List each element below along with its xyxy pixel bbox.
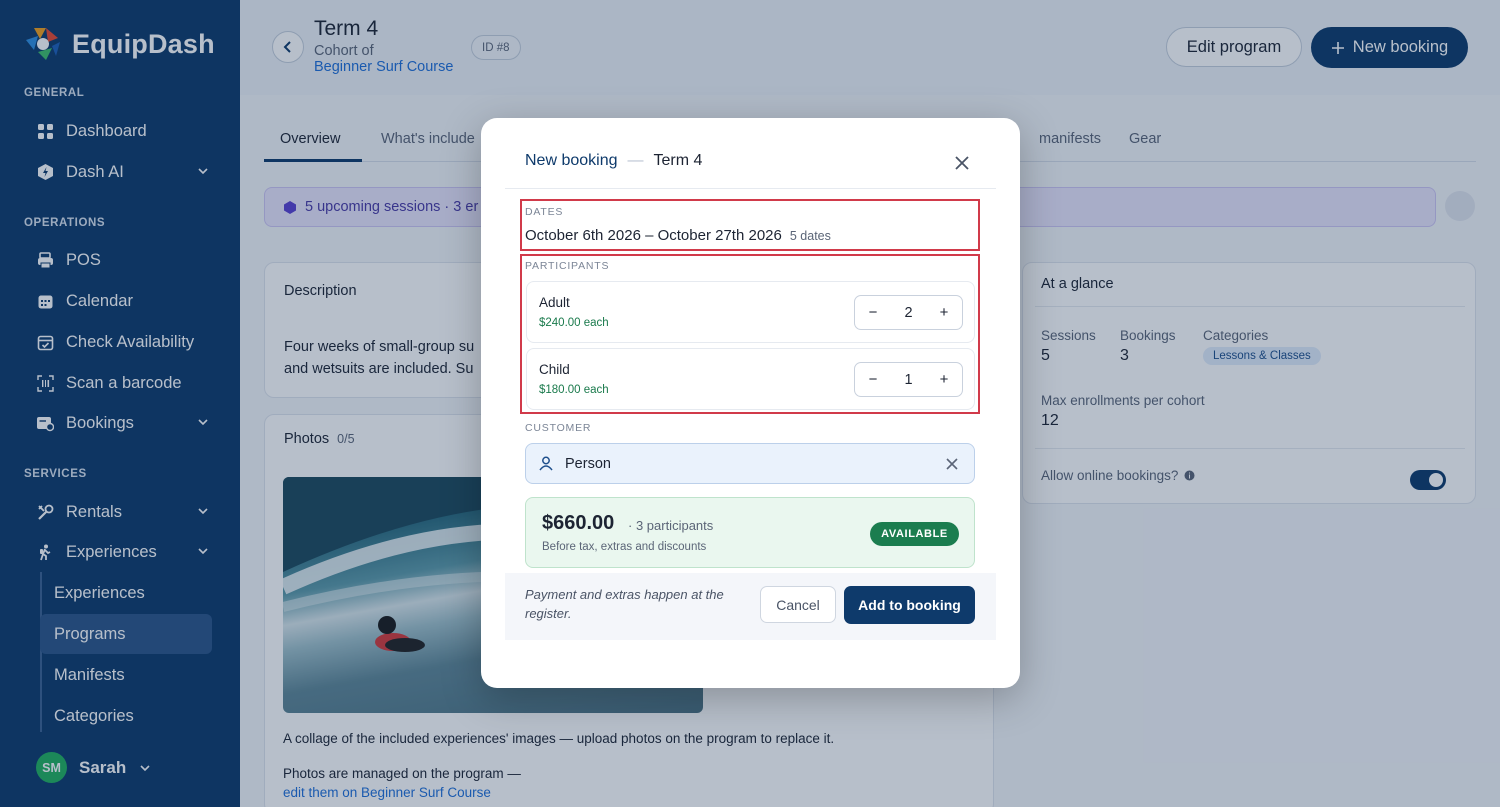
new-booking-modal: New booking — Term 4 DATES October 6th 2… [481, 118, 1020, 688]
decrement-button[interactable]: − [865, 371, 881, 388]
decrement-button[interactable]: − [865, 304, 881, 321]
close-icon [955, 156, 969, 170]
modal-title-subtitle: Term 4 [653, 152, 703, 169]
participant-row-child: Child $180.00 each − 1 + [526, 348, 975, 410]
quantity-value[interactable]: 1 [904, 372, 912, 388]
modal-title-main: New booking [525, 152, 618, 169]
dates-label: DATES [525, 206, 564, 218]
quantity-value[interactable]: 2 [904, 305, 912, 321]
customer-value: Person [565, 455, 611, 472]
modal-footer: Payment and extras happen at the registe… [505, 573, 996, 640]
participant-price: $180.00 each [539, 384, 609, 396]
modal-title-separator: — [627, 152, 644, 169]
footer-note: Payment and extras happen at the registe… [525, 587, 724, 621]
increment-button[interactable]: + [936, 371, 952, 388]
modal-title: New booking — Term 4 [525, 152, 702, 170]
cancel-button[interactable]: Cancel [760, 586, 836, 623]
clear-customer-icon[interactable] [944, 456, 960, 472]
summary-note: Before tax, extras and discounts [542, 541, 707, 553]
price-summary: $660.00 · 3 participants Before tax, ext… [525, 497, 975, 568]
participant-row-adult: Adult $240.00 each − 2 + [526, 281, 975, 343]
date-range: October 6th 2026 – October 27th 2026 [525, 227, 782, 244]
customer-field[interactable]: Person [525, 443, 975, 484]
add-to-booking-button[interactable]: Add to booking [844, 586, 975, 624]
dates-count: 5 dates [789, 229, 831, 243]
quantity-stepper: − 2 + [854, 295, 963, 330]
modal-divider [505, 188, 996, 189]
total-price: $660.00 [542, 512, 615, 534]
participant-type: Adult [539, 295, 570, 310]
status-badge: AVAILABLE [870, 522, 959, 546]
participant-price: $240.00 each [539, 317, 609, 329]
increment-button[interactable]: + [936, 304, 952, 321]
person-icon [539, 456, 553, 471]
customer-label: CUSTOMER [525, 422, 592, 434]
total-participants: · 3 participants [628, 518, 714, 533]
quantity-stepper: − 1 + [854, 362, 963, 397]
dates-value: October 6th 2026 – October 27th 2026 5 d… [525, 227, 831, 244]
participant-type: Child [539, 362, 570, 377]
close-button[interactable] [951, 152, 973, 174]
participants-label: PARTICIPANTS [525, 260, 610, 272]
